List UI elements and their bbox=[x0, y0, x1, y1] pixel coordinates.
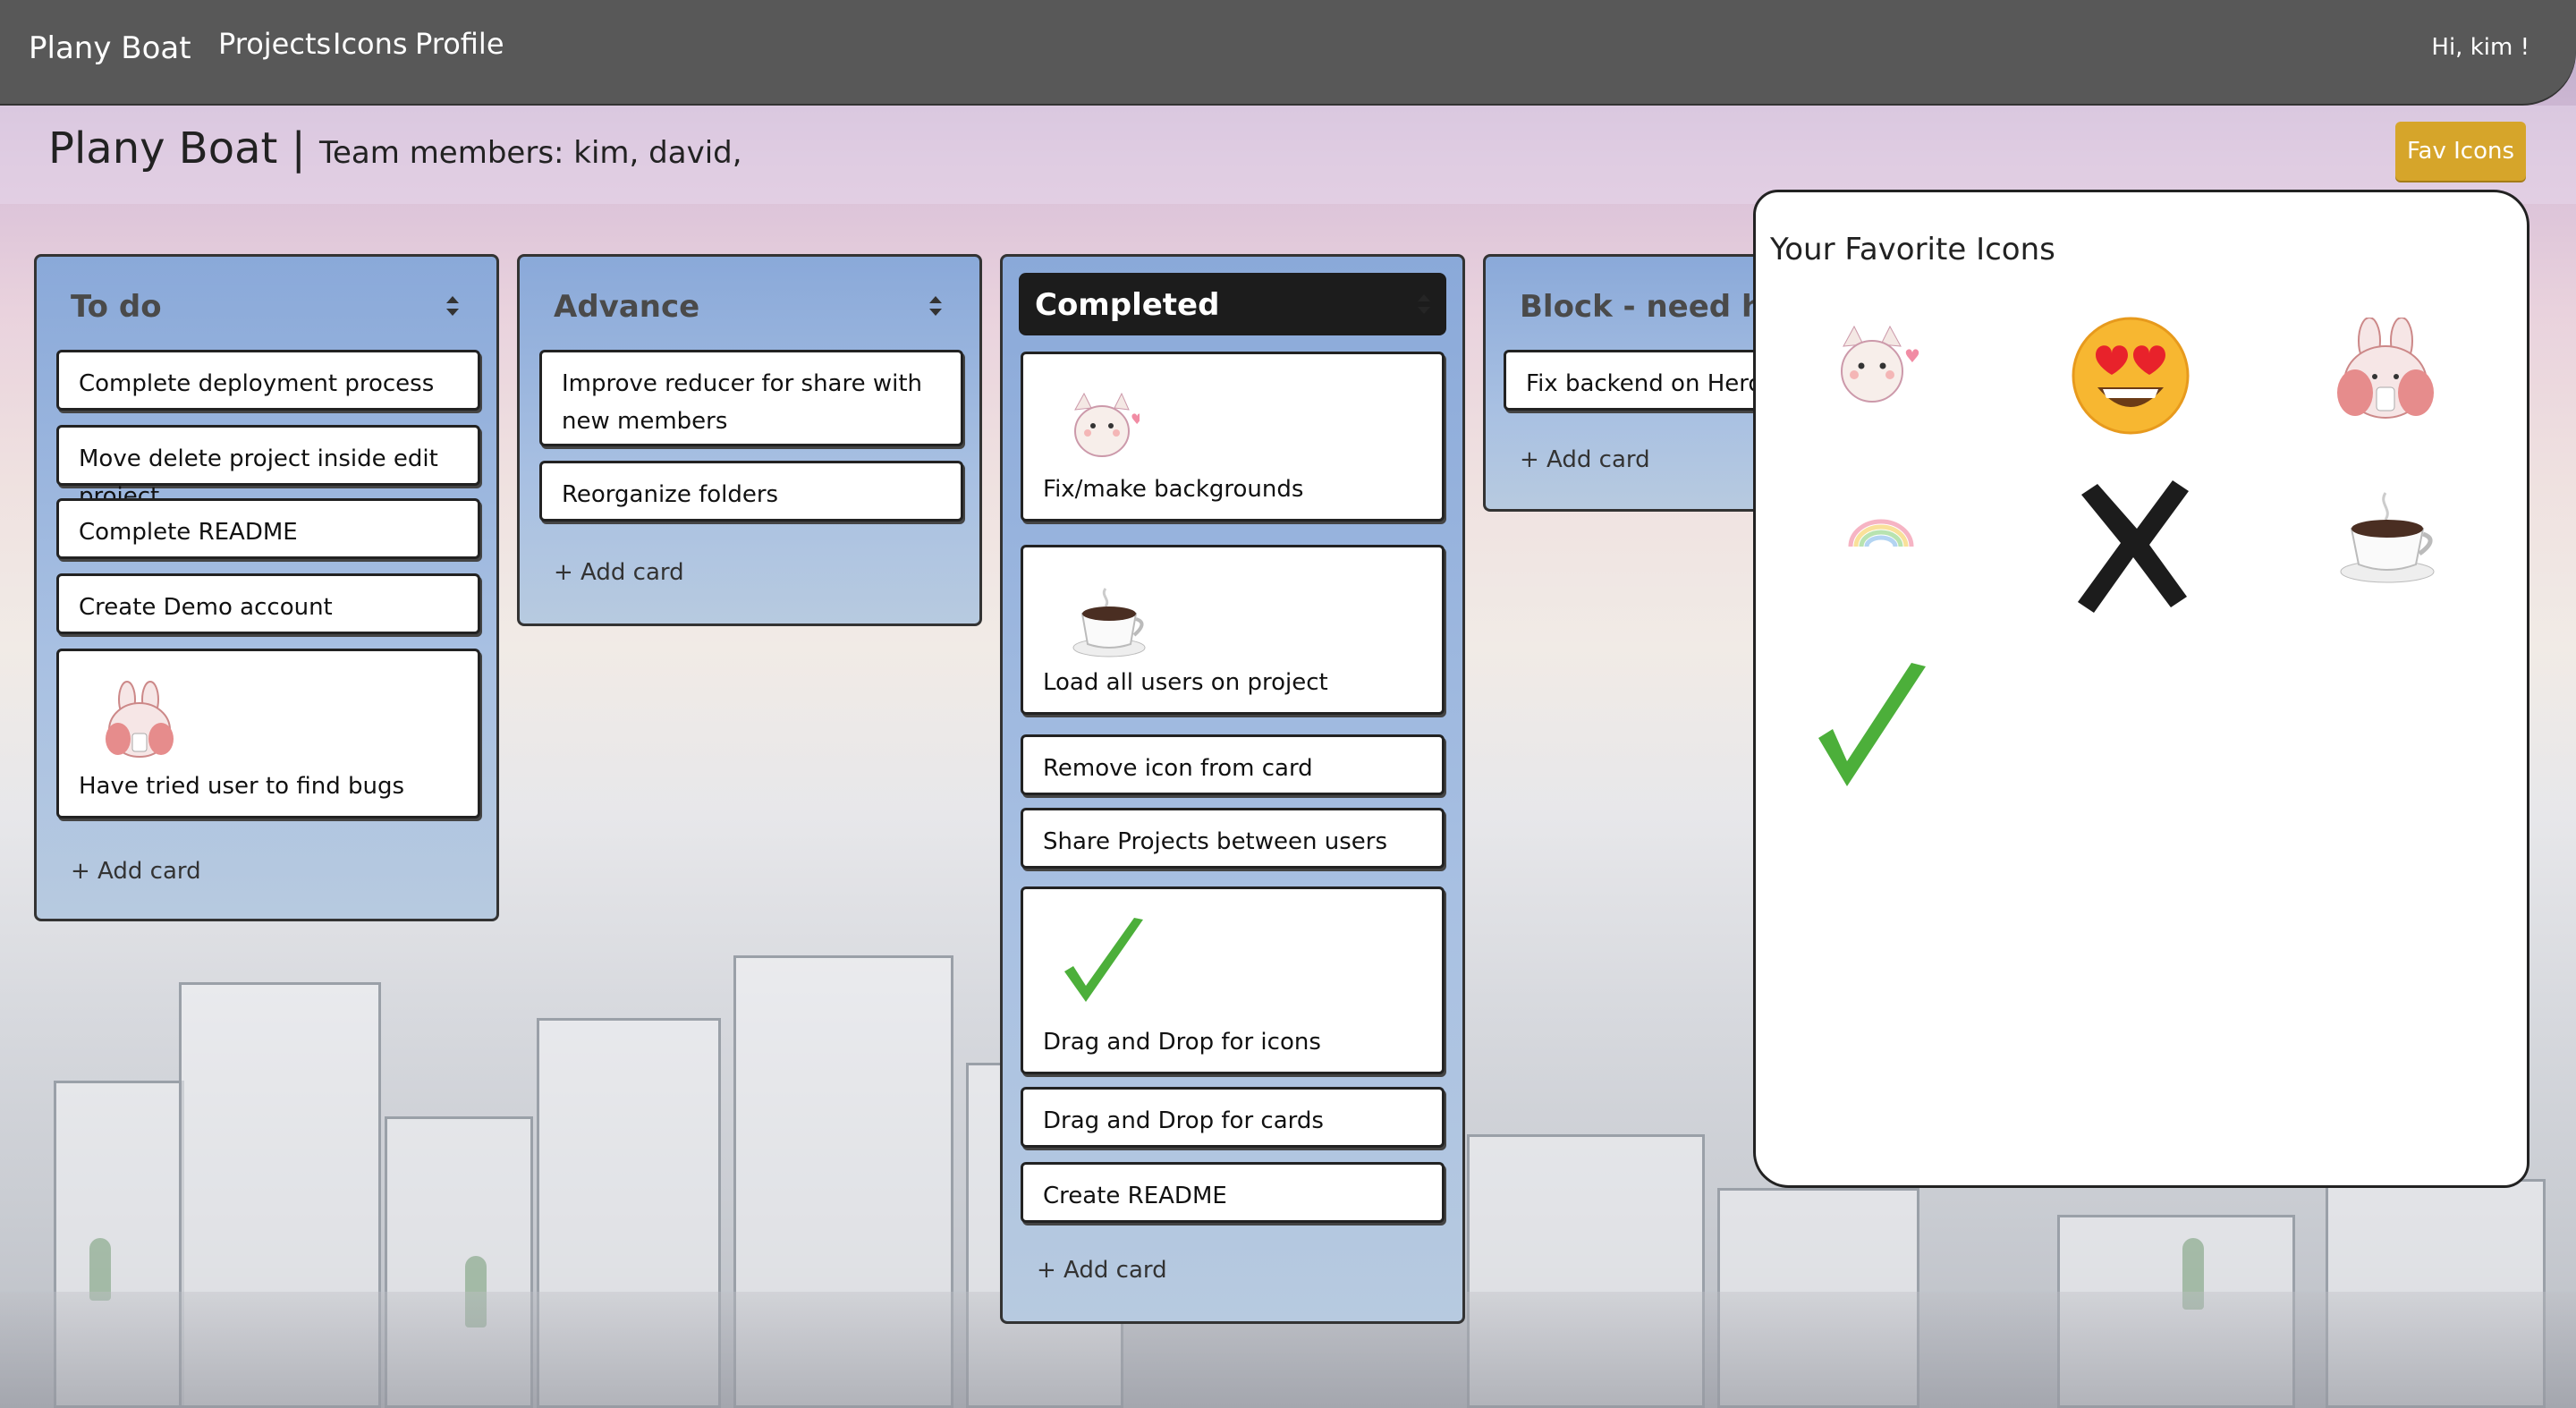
list-title-bar: Completed bbox=[1019, 273, 1446, 335]
card-text: Drag and Drop for icons bbox=[1043, 1029, 1321, 1056]
card-with-icon[interactable]: Load all users on project bbox=[1021, 545, 1445, 715]
list-advance: Advance Improve reducer for share with n… bbox=[517, 254, 982, 626]
list-title: Completed bbox=[1035, 287, 1220, 323]
coffee-icon[interactable] bbox=[2337, 489, 2441, 584]
card-with-icon[interactable]: Drag and Drop for icons bbox=[1021, 886, 1445, 1074]
card-text: Fix backend on Heroku bbox=[1526, 370, 1791, 397]
card[interactable]: Remove icon from card bbox=[1021, 734, 1445, 795]
card-text: Improve reducer for share with new membe… bbox=[562, 370, 923, 435]
checkmark-icon bbox=[1064, 918, 1143, 1002]
svg-text:♥: ♥ bbox=[1904, 345, 1920, 367]
heart-eyes-emoji-icon[interactable] bbox=[2071, 316, 2190, 436]
board-title-text: Plany Boat | bbox=[48, 123, 306, 174]
user-greeting: Hi, kim ! bbox=[2431, 34, 2529, 61]
bunny-icon[interactable] bbox=[2328, 318, 2445, 425]
card-text: Fix/make backgrounds bbox=[1043, 476, 1304, 503]
card[interactable]: Improve reducer for share with new membe… bbox=[539, 350, 963, 446]
card-text: Create README bbox=[1043, 1183, 1227, 1209]
card-text: Share Projects between users bbox=[1043, 828, 1388, 855]
cat-icon: ♥ bbox=[1074, 392, 1140, 457]
nav-icons-link[interactable]: Icons bbox=[333, 27, 408, 61]
nav-profile-link[interactable]: Profile bbox=[415, 27, 504, 61]
card[interactable]: Reorganize folders bbox=[539, 461, 963, 522]
brand-link[interactable]: Plany Boat bbox=[29, 30, 191, 66]
top-navbar: Plany Boat Projects Icons Profile Hi, ki… bbox=[0, 0, 2576, 104]
list-todo: To do Complete deployment process Move d… bbox=[34, 254, 499, 921]
coffee-icon bbox=[1072, 588, 1146, 657]
nav-projects-link[interactable]: Projects bbox=[218, 27, 331, 61]
add-card-button[interactable]: + Add card bbox=[554, 559, 684, 586]
card-with-icon[interactable]: Have tried user to find bugs bbox=[56, 649, 480, 819]
card-text: Complete deployment process bbox=[79, 370, 435, 397]
svg-text:♥: ♥ bbox=[1131, 411, 1140, 428]
card[interactable]: Complete README bbox=[56, 498, 480, 559]
fav-icons-button[interactable]: Fav Icons bbox=[2395, 122, 2526, 181]
add-card-button[interactable]: + Add card bbox=[1520, 446, 1650, 473]
panel-title: Your Favorite Icons bbox=[1770, 232, 2055, 267]
sort-icon[interactable] bbox=[446, 296, 459, 316]
team-members: Team members: kim, david, bbox=[319, 135, 742, 171]
add-card-button[interactable]: + Add card bbox=[1037, 1257, 1167, 1284]
card-text: Drag and Drop for cards bbox=[1043, 1107, 1324, 1134]
checkmark-icon[interactable] bbox=[1813, 661, 1929, 795]
favorite-icons-panel: Your Favorite Icons ♥ bbox=[1753, 190, 2529, 1188]
rainbow-icon[interactable] bbox=[1845, 514, 1917, 550]
list-completed: Completed ♥ Fix/make backgrounds Load al… bbox=[1000, 254, 1465, 1324]
card-text: Reorganize folders bbox=[562, 481, 779, 508]
list-title: To do bbox=[71, 289, 162, 325]
list-title: Advance bbox=[554, 289, 700, 325]
card-text: Have tried user to find bugs bbox=[79, 773, 404, 800]
card-with-icon[interactable]: ♥ Fix/make backgrounds bbox=[1021, 352, 1445, 522]
card-text: Complete README bbox=[79, 519, 298, 546]
list-block: Block - need he Fix backend on Heroku + … bbox=[1483, 254, 1795, 512]
bunny-icon bbox=[106, 681, 174, 758]
card[interactable]: Drag and Drop for cards bbox=[1021, 1087, 1445, 1148]
card[interactable]: Move delete project inside edit project bbox=[56, 425, 480, 510]
card-text: Remove icon from card bbox=[1043, 755, 1313, 782]
add-card-button[interactable]: + Add card bbox=[71, 858, 201, 885]
card-text: Create Demo account bbox=[79, 594, 333, 621]
x-mark-icon[interactable] bbox=[2072, 475, 2194, 615]
card-text: Load all users on project bbox=[1043, 669, 1328, 696]
cat-icon[interactable]: ♥ bbox=[1835, 325, 1920, 407]
board-title: Plany Boat | Team members: kim, david, bbox=[48, 123, 742, 174]
card[interactable]: Fix backend on Heroku bbox=[1504, 350, 1795, 411]
list-title: Block - need he bbox=[1520, 289, 1784, 325]
card[interactable]: Create README bbox=[1021, 1162, 1445, 1223]
card[interactable]: Share Projects between users bbox=[1021, 808, 1445, 869]
card[interactable]: Complete deployment process bbox=[56, 350, 480, 411]
card[interactable]: Create Demo account bbox=[56, 573, 480, 634]
sort-icon[interactable] bbox=[929, 296, 942, 316]
sort-icon[interactable] bbox=[1418, 294, 1430, 314]
